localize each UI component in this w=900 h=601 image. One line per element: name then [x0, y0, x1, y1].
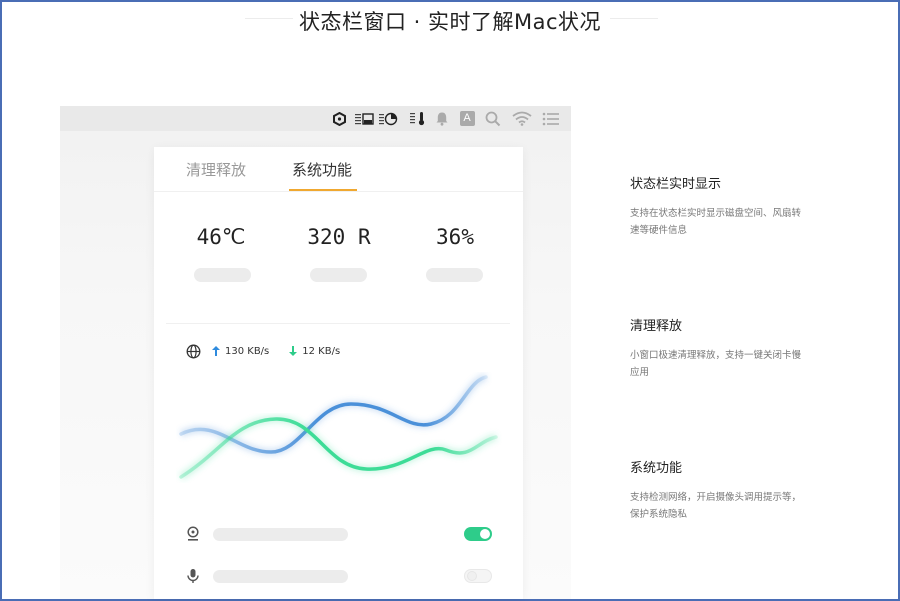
tab-system-functions[interactable]: 系统功能 [292, 159, 352, 180]
stat-label-placeholder [426, 268, 483, 282]
feature-description: 小窗口极速清理释放，支持一键关闭卡慢应用 [630, 350, 802, 378]
upload-speed: 130 KB/s [225, 345, 270, 357]
status-popover: 清理释放 系统功能 46℃ 320 R 36% 130 KB/s 12 KB/s [154, 147, 523, 599]
toggle-knob [467, 571, 477, 581]
camera-toggle[interactable] [464, 527, 492, 541]
download-arrow-icon [289, 346, 298, 356]
microphone-toggle[interactable] [464, 569, 492, 583]
search-icon[interactable] [484, 110, 502, 127]
feature-title: 清理释放 [630, 319, 683, 334]
page-title: 状态栏窗口 · 实时了解Mac状况 [298, 10, 602, 34]
feature-title: 状态栏实时显示 [630, 177, 722, 192]
input-method-icon[interactable]: A [459, 110, 475, 127]
camera-icon [186, 526, 200, 542]
network-speed-row: 130 KB/s 12 KB/s [186, 343, 340, 359]
temperature-icon[interactable] [408, 110, 428, 127]
network-traffic-chart [179, 373, 498, 480]
tab-clean-release[interactable]: 清理释放 [186, 159, 246, 180]
disk-icon[interactable] [377, 110, 399, 127]
fan-speed-value: 320 R [307, 225, 371, 249]
toggle-knob [480, 529, 490, 539]
feature-description: 支持在状态栏实时显示磁盘空间、风扇转速等硬件信息 [630, 208, 802, 236]
wifi-icon[interactable] [511, 110, 533, 127]
camera-label-placeholder [213, 528, 348, 541]
feature-clean-release: 清理释放 小窗口极速清理释放，支持一键关闭卡慢应用 [630, 315, 830, 381]
section-divider [166, 323, 510, 324]
microphone-label-placeholder [213, 570, 348, 583]
input-method-letter: A [459, 111, 475, 126]
bell-icon[interactable] [434, 110, 450, 127]
download-speed: 12 KB/s [302, 345, 341, 357]
download-wave-glow [179, 415, 498, 480]
usage-percent-value: 36% [436, 225, 474, 249]
globe-icon [186, 344, 201, 359]
microphone-icon [186, 568, 200, 584]
camera-control-row [154, 524, 523, 544]
stat-label-placeholder [194, 268, 251, 282]
microphone-control-row [154, 566, 523, 586]
hexagon-icon[interactable] [332, 110, 346, 127]
list-icon[interactable] [541, 110, 561, 127]
feature-statusbar: 状态栏实时显示 支持在状态栏实时显示磁盘空间、风扇转速等硬件信息 [630, 173, 830, 239]
feature-title: 系统功能 [630, 461, 683, 476]
mac-menubar: A [60, 106, 571, 131]
active-tab-indicator [289, 189, 357, 191]
cpu-temperature-value: 46℃ [196, 225, 246, 249]
tab-bar: 清理释放 系统功能 [154, 147, 523, 192]
cpu-chip-icon[interactable] [353, 110, 375, 127]
feature-system-functions: 系统功能 支持检测网络，开启摄像头调用提示等，保护系统隐私 [630, 457, 830, 523]
upload-arrow-icon [212, 346, 220, 356]
feature-description: 支持检测网络，开启摄像头调用提示等，保护系统隐私 [630, 492, 802, 520]
stat-label-placeholder [310, 268, 367, 282]
